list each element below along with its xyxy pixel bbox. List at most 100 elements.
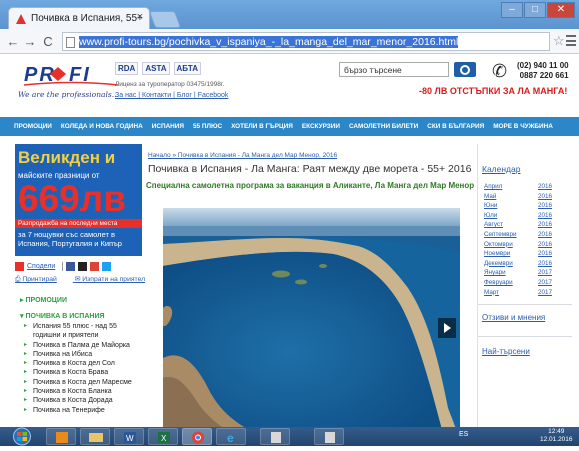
profi-logo[interactable]: PR FI <box>22 62 122 88</box>
calendar-row[interactable]: Януари 2017 <box>484 268 552 278</box>
plus-icon[interactable] <box>15 262 24 271</box>
calendar-row[interactable]: Август 2016 <box>484 220 552 230</box>
calendar-year: 2016 <box>537 183 552 190</box>
promo-headline[interactable]: -80 ЛВ ОТСТЪПКИ ЗА ЛА МАНГА! <box>419 86 567 96</box>
chrome-taskbar-icon[interactable] <box>182 428 212 445</box>
svg-text:X: X <box>161 434 167 443</box>
nav-item-promotions[interactable]: ПРОМОЦИИ <box>14 123 52 130</box>
calendar-list: Април 2016 Май 2016 Юни 2016 Юли 2016 Август… <box>484 182 552 297</box>
breadcrumb[interactable]: Начало » Почивка в Испания - Ла Манга де… <box>148 152 337 159</box>
nav-item-spain[interactable]: ИСПАНИЯ <box>152 123 184 130</box>
sidebar-item[interactable]: Почивка в Коста Брава <box>24 368 132 378</box>
sidebar-promo-label: ПРОМОЦИИ <box>25 297 67 304</box>
menu-icon[interactable] <box>566 35 576 46</box>
back-arrow-icon[interactable]: ← <box>5 34 21 49</box>
sidebar-spain-heading[interactable]: ▾ ПОЧИВКА В ИСПАНИЯ <box>20 312 105 320</box>
nav-item-sea-abroad[interactable]: МОРЕ В ЧУЖБИНА <box>493 123 553 130</box>
calendar-month: Април <box>484 183 503 190</box>
sidebar-item[interactable]: Почивка в Коста Дорада <box>24 396 132 406</box>
app-taskbar-icon-2[interactable] <box>314 428 344 445</box>
sidebar-item[interactable]: Испания 55 плюс - над 55 годишни и прият… <box>24 322 124 341</box>
windows-taskbar: W X e ES 12:49 12.01.2016 <box>0 427 579 446</box>
address-bar[interactable]: www.profi-tours.bg/pochivka_v_ispaniya_-… <box>62 32 550 51</box>
calendar-year: 2016 <box>537 259 552 267</box>
sidebar-item[interactable]: Почивка в Коста дел Маресме <box>24 378 132 388</box>
main-navigation: ПРОМОЦИИ КОЛЕДА И НОВА ГОДИНА ИСПАНИЯ 55… <box>0 117 579 136</box>
sidebar-promo-heading[interactable]: ▸ ПРОМОЦИИ <box>20 296 67 304</box>
top-search-link[interactable]: Най-търсени <box>482 347 530 356</box>
share-link[interactable]: Сподели <box>27 263 55 270</box>
promo-banner[interactable]: Великден и майските празници от 669лв Ра… <box>15 144 142 256</box>
calendar-row[interactable]: Юли 2016 <box>484 211 552 221</box>
calendar-year: 2017 <box>537 288 552 296</box>
calendar-row[interactable]: Май 2016 <box>484 192 552 202</box>
excel-taskbar-icon[interactable]: X <box>148 428 178 445</box>
browser-titlebar: Почивка в Испания, 55+ × – □ ✕ <box>0 0 579 29</box>
calendar-row[interactable]: Декември 2016 <box>484 259 552 269</box>
minimize-button[interactable]: – <box>501 2 523 18</box>
calendar-month: Март <box>484 288 500 296</box>
sidebar-spain-label: ПОЧИВКА В ИСПАНИЯ <box>25 313 105 320</box>
outlook-taskbar-icon[interactable] <box>46 428 76 445</box>
calendar-row[interactable]: Октомври 2016 <box>484 240 552 250</box>
mail-icon[interactable] <box>78 262 88 271</box>
next-image-arrow[interactable] <box>438 318 456 338</box>
reload-icon[interactable]: C <box>40 34 56 49</box>
sidebar-item[interactable]: Почивка в Коста Бланка <box>24 387 132 397</box>
browser-tab[interactable]: Почивка в Испания, 55+ × <box>8 7 150 29</box>
sidebar-item[interactable]: Почивка на Тенерифе <box>24 406 132 416</box>
folder-taskbar-icon[interactable] <box>80 428 110 445</box>
forward-arrow-icon[interactable]: → <box>22 34 38 49</box>
tab-close-icon[interactable]: × <box>137 11 143 23</box>
calendar-row[interactable]: Април 2016 <box>484 182 552 192</box>
calendar-row[interactable]: Февруари 2017 <box>484 278 552 288</box>
calendar-year: 2016 <box>537 240 552 248</box>
nav-item-greece-hotels[interactable]: ХОТЕЛИ В ГЪРЦИЯ <box>231 123 293 130</box>
sidebar-item[interactable]: Почивка в Палма де Майорка <box>24 341 132 351</box>
la-manga-photo[interactable] <box>163 208 460 427</box>
search-button[interactable] <box>454 62 476 77</box>
search-input[interactable]: бързо търсене <box>339 62 449 77</box>
new-tab-button[interactable] <box>148 11 182 28</box>
word-taskbar-icon[interactable]: W <box>114 428 144 445</box>
language-indicator[interactable]: ES <box>459 431 468 438</box>
system-clock[interactable]: 12:49 12.01.2016 <box>540 428 573 444</box>
google-icon[interactable] <box>90 262 100 271</box>
twitter-icon[interactable] <box>102 262 112 271</box>
nav-item-55plus[interactable]: 55 ПЛЮС <box>193 123 222 130</box>
facebook-icon[interactable] <box>66 262 76 271</box>
sidebar-list: Испания 55 плюс - над 55 годишни и прият… <box>24 322 132 415</box>
email-friend-link[interactable]: ✉ Изпрати на приятел <box>75 276 153 283</box>
calendar-row[interactable]: Март 2017 <box>484 288 552 298</box>
divider <box>62 262 64 271</box>
calendar-row[interactable]: Юни 2016 <box>484 201 552 211</box>
page-title: Почивка в Испания - Ла Манга: Раят между… <box>148 163 472 175</box>
sidebar-item[interactable]: Почивка на Ибиса <box>24 350 132 360</box>
maximize-button[interactable]: □ <box>524 2 546 18</box>
nav-item-ski[interactable]: СКИ В БЪЛГАРИЯ <box>427 123 484 130</box>
nav-item-excursions[interactable]: ЕКСКУРЗИИ <box>302 123 340 130</box>
favicon-icon <box>16 14 26 24</box>
nav-item-christmas[interactable]: КОЛЕДА И НОВА ГОДИНА <box>61 123 143 130</box>
calendar-month: Август <box>484 221 503 229</box>
ie-taskbar-icon[interactable]: e <box>216 428 246 445</box>
close-window-button[interactable]: ✕ <box>547 2 575 18</box>
reviews-link[interactable]: Отзиви и мнения <box>482 313 545 322</box>
start-button-icon[interactable] <box>8 427 36 446</box>
calendar-title[interactable]: Календар <box>482 164 520 174</box>
social-share-bar: Сподели <box>15 262 112 271</box>
header-links[interactable]: За нас | Контакти | Блог | Facebook <box>115 92 228 99</box>
sidebar-item[interactable]: Почивка в Коста дел Сол <box>24 359 132 369</box>
bookmark-star-icon[interactable]: ☆ <box>553 33 565 49</box>
calendar-row[interactable]: Ноември 2016 <box>484 249 552 259</box>
web-page: PR FI We are the professionals... RDA AS… <box>0 54 579 427</box>
calendar-row[interactable]: Септември 2016 <box>484 230 552 240</box>
nav-item-flights[interactable]: САМОЛЕТНИ БИЛЕТИ <box>349 123 418 130</box>
calendar-month: Октомври <box>484 240 513 248</box>
app-taskbar-icon[interactable] <box>260 428 290 445</box>
calendar-month: Юни <box>484 202 498 210</box>
print-link[interactable]: ⎙ Принтирай <box>15 276 65 283</box>
sidebar-item-label: Почивка в Коста Дорада <box>33 397 113 405</box>
calendar-month: Януари <box>484 269 506 277</box>
calendar-month: Май <box>484 192 497 200</box>
